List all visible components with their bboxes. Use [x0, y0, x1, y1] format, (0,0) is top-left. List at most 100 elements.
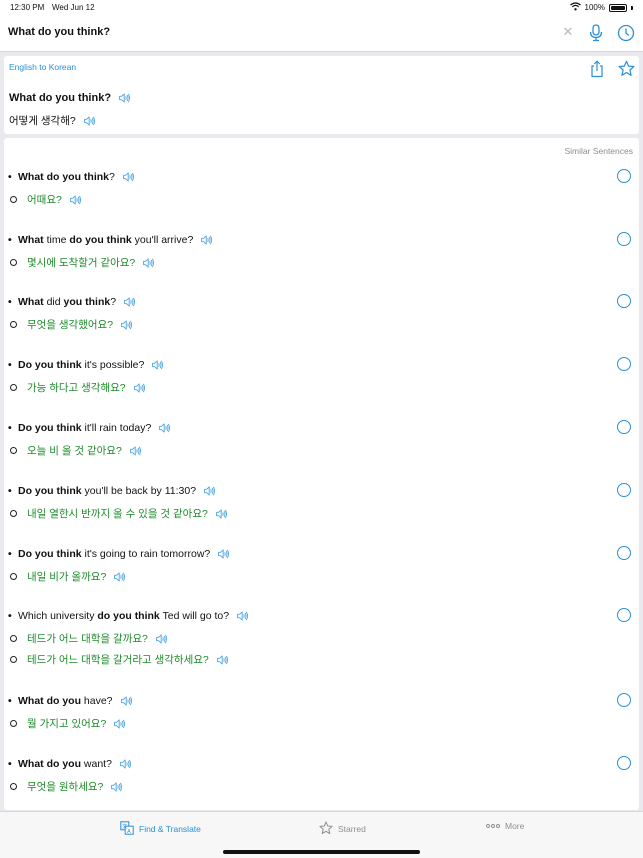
speaker-icon[interactable]: [237, 611, 248, 621]
speaker-icon[interactable]: [156, 633, 167, 644]
korean-translation: 어때요?: [10, 192, 81, 207]
bullet-icon: •: [8, 359, 12, 371]
select-radio-button[interactable]: [617, 483, 631, 497]
sentence-fragment: time: [43, 234, 70, 246]
korean-text: 뭘 가지고 있어요?: [27, 718, 107, 730]
speaker-icon[interactable]: [143, 257, 155, 268]
sentence-fragment: it's possible?: [81, 359, 145, 371]
korean-text: 오늘 비 올 것 같아요?: [27, 445, 122, 457]
sentence-fragment: want?: [81, 758, 112, 770]
tab-starred[interactable]: Starred: [319, 821, 366, 837]
select-radio-button[interactable]: [617, 756, 631, 770]
similar-sentences-card: Similar Sentences • What do you think? 어때요…: [4, 138, 639, 810]
sentence-fragment: Ted will go to?: [159, 610, 230, 622]
korean-translation: 가능 하다고 생각해요?: [10, 380, 145, 395]
circle-bullet-icon: [10, 447, 17, 454]
star-icon: [319, 821, 333, 837]
speaker-icon[interactable]: [114, 571, 126, 582]
english-sentence: • What time do you think you'll arrive?: [8, 234, 213, 246]
highlighted-phrase: Do you think: [18, 422, 82, 434]
history-clock-icon[interactable]: [617, 24, 635, 42]
bullet-icon: •: [8, 610, 12, 622]
bullet-icon: •: [8, 234, 12, 246]
highlighted-phrase: you think: [63, 296, 111, 308]
select-radio-button[interactable]: [617, 420, 631, 434]
select-radio-button[interactable]: [617, 546, 631, 560]
star-icon[interactable]: [618, 60, 635, 77]
similar-sentences-label: Similar Sentences: [564, 146, 633, 156]
bullet-icon: •: [8, 422, 12, 434]
speaker-icon[interactable]: [111, 781, 123, 792]
circle-bullet-icon: [10, 635, 17, 642]
speaker-icon[interactable]: [122, 172, 134, 182]
home-indicator: [223, 850, 420, 854]
speaker-icon[interactable]: [120, 759, 131, 769]
speaker-icon[interactable]: [201, 235, 213, 245]
search-input[interactable]: What do you think?: [8, 26, 110, 38]
speaker-icon[interactable]: [133, 382, 145, 393]
wifi-icon: [569, 2, 581, 13]
status-bar: 12:30 PM Wed Jun 12 100%: [0, 0, 643, 16]
translated-sentence: 어떻게 생각해?: [9, 113, 95, 128]
speaker-icon[interactable]: [83, 115, 95, 126]
bullet-icon: •: [8, 548, 12, 560]
select-radio-button[interactable]: [617, 608, 631, 622]
speaker-icon[interactable]: [204, 486, 216, 496]
sentence-fragment: ?: [110, 296, 117, 308]
sentence-fragment: ?: [109, 171, 115, 183]
speaker-icon[interactable]: [215, 508, 227, 519]
speaker-icon[interactable]: [120, 696, 132, 706]
tab-more[interactable]: More: [486, 821, 524, 831]
english-sentence: • Do you think you'll be back by 11:30?: [8, 485, 216, 497]
speaker-icon[interactable]: [124, 297, 135, 307]
korean-text: 내일 열한시 반까지 올 수 있을 것 같아요?: [27, 508, 208, 520]
tab-find-translate[interactable]: 文A Find & Translate: [120, 821, 201, 837]
select-radio-button[interactable]: [617, 169, 631, 183]
circle-bullet-icon: [10, 196, 17, 203]
microphone-icon[interactable]: [588, 24, 604, 42]
english-sentence: • Do you think it's going to rain tomorro…: [8, 548, 230, 560]
circle-bullet-icon: [10, 321, 17, 328]
speaker-icon[interactable]: [69, 194, 81, 205]
english-sentence: • What do you want?: [8, 758, 131, 770]
highlighted-phrase: What do you think: [18, 171, 109, 183]
language-pair-label[interactable]: English to Korean: [9, 62, 76, 72]
speaker-icon[interactable]: [218, 549, 230, 559]
speaker-icon[interactable]: [121, 319, 132, 330]
speaker-icon[interactable]: [216, 654, 228, 665]
battery-icon: [609, 3, 627, 12]
circle-bullet-icon: [10, 510, 17, 517]
sentence-fragment: it's going to rain tomorrow?: [81, 548, 211, 560]
highlighted-phrase: Do you think: [18, 359, 82, 371]
speaker-icon[interactable]: [129, 445, 141, 456]
sentence-fragment: did: [43, 296, 64, 308]
highlighted-phrase: Do you think: [18, 485, 82, 497]
korean-translation: 무엇을 원하세요?: [10, 779, 123, 794]
select-radio-button[interactable]: [617, 693, 631, 707]
circle-bullet-icon: [10, 384, 17, 391]
speaker-icon[interactable]: [114, 718, 126, 729]
speaker-icon[interactable]: [119, 93, 130, 103]
share-icon[interactable]: [589, 60, 605, 78]
sentence-fragment: you'll be back by 11:30?: [81, 485, 197, 497]
clear-icon[interactable]: ✕: [561, 25, 575, 39]
english-sentence: • Do you think it's possible?: [8, 359, 164, 371]
bullet-icon: •: [8, 695, 12, 707]
circle-bullet-icon: [10, 259, 17, 266]
korean-translation: 테드가 어느 대학을 갈거라고 생각하세요?: [10, 652, 228, 667]
select-radio-button[interactable]: [617, 294, 631, 308]
source-sentence: What do you think?: [9, 92, 130, 104]
sentence-fragment: you'll arrive?: [131, 234, 194, 246]
bullet-icon: •: [8, 758, 12, 770]
select-radio-button[interactable]: [617, 357, 631, 371]
speaker-icon[interactable]: [152, 360, 164, 370]
bullet-icon: •: [8, 296, 12, 308]
korean-translation: 내일 비가 올까요?: [10, 569, 126, 584]
battery-percent: 100%: [584, 3, 605, 12]
korean-translation: 오늘 비 올 것 같아요?: [10, 443, 141, 458]
speaker-icon[interactable]: [159, 423, 171, 433]
english-sentence: • Do you think it'll rain today?: [8, 422, 171, 434]
highlighted-phrase: What: [18, 234, 44, 246]
translation-card: English to Korean What do you think? 어떻게…: [4, 56, 639, 134]
select-radio-button[interactable]: [617, 232, 631, 246]
